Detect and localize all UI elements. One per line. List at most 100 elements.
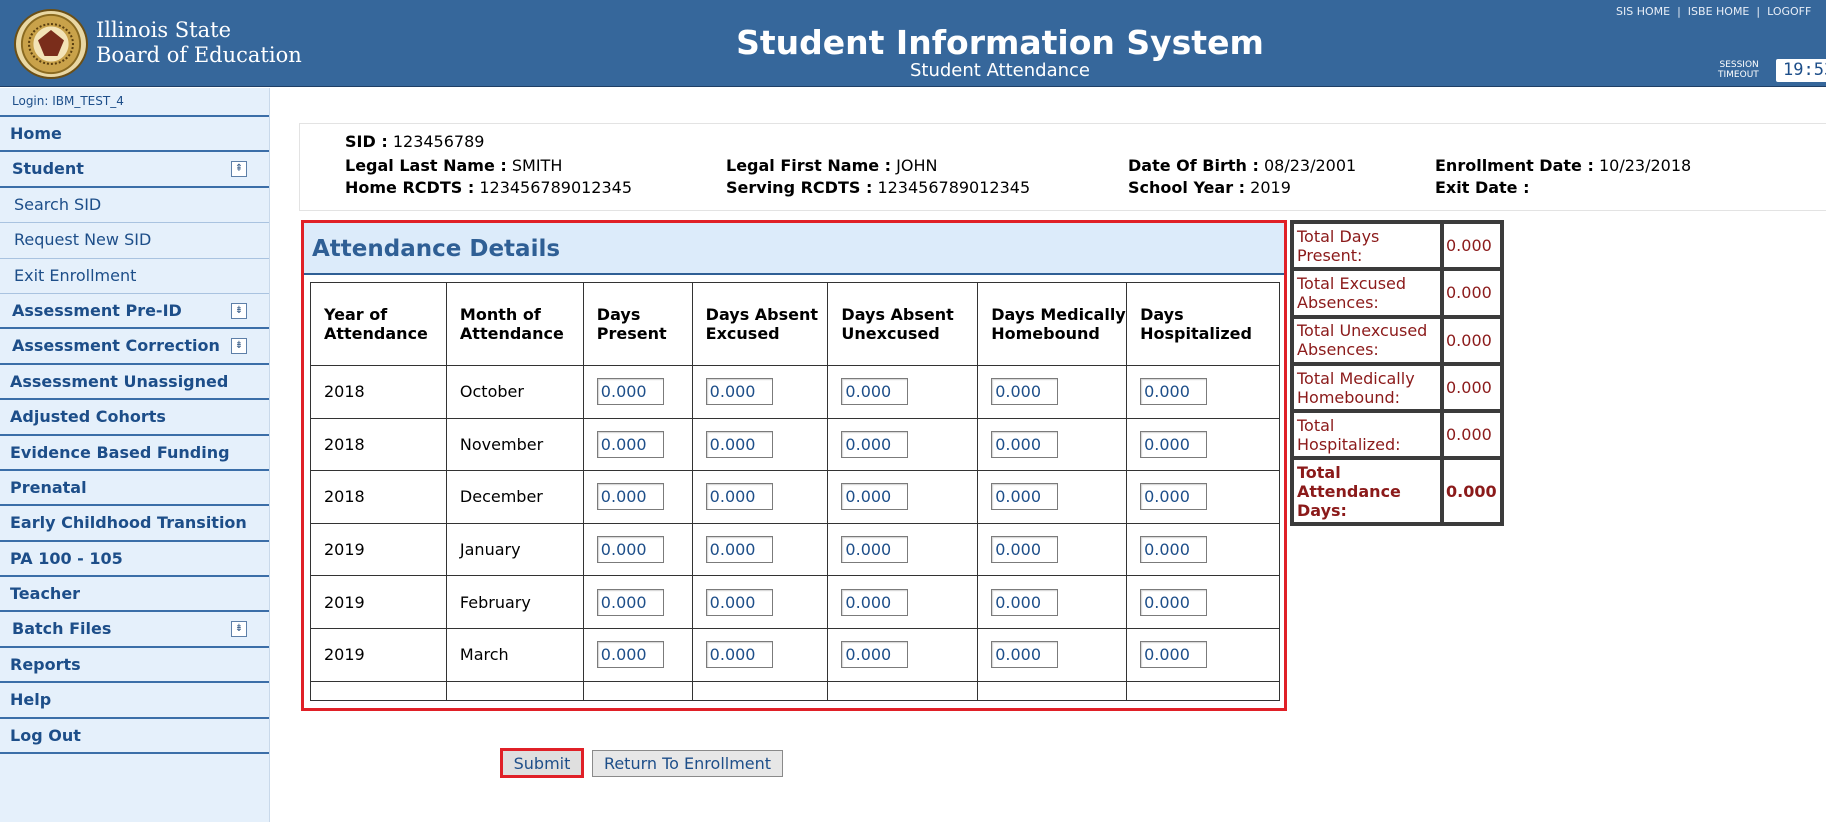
table-header-row: Year of Attendance Month of Attendance D… [310, 282, 1280, 366]
days-present-input[interactable] [596, 588, 664, 616]
logoff-link[interactable]: LOGOFF [1767, 5, 1811, 18]
table-row-empty [310, 680, 1280, 701]
total-excused-absences-value: 0.000 [1442, 269, 1502, 317]
submit-button[interactable]: Submit [500, 748, 584, 778]
days-absent-unexcused-input[interactable] [841, 430, 909, 458]
dob-field: Date Of Birth : 08/23/2001 [1128, 156, 1356, 176]
attendance-table: Year of Attendance Month of Attendance D… [310, 282, 1280, 701]
collapse-icon[interactable]: ⇞ [231, 161, 247, 178]
days-present-input[interactable] [596, 536, 664, 564]
year-cell: 2018 [310, 365, 447, 419]
totals-row: Total Excused Absences: 0.000 [1292, 269, 1502, 317]
sis-home-link[interactable]: SIS HOME [1616, 5, 1670, 18]
days-present-input[interactable] [596, 483, 664, 511]
school-year-value: 2019 [1250, 178, 1291, 197]
sidebar-item-exit-enrollment[interactable]: Exit Enrollment [0, 259, 269, 294]
days-hospitalized-input[interactable] [1140, 588, 1208, 616]
sidebar-item-student[interactable]: Student ⇞ [0, 152, 269, 188]
days-hospitalized-input[interactable] [1140, 483, 1208, 511]
top-links: SIS HOME | ISBE HOME | LOGOFF [1616, 5, 1811, 19]
last-name-value: SMITH [511, 156, 563, 175]
days-medically-homebound-input[interactable] [991, 536, 1059, 564]
dob-value: 08/23/2001 [1263, 156, 1357, 175]
isbe-home-link[interactable]: ISBE HOME [1688, 5, 1750, 18]
days-absent-unexcused-input[interactable] [841, 536, 909, 564]
sidebar-item-log-out[interactable]: Log Out [0, 719, 269, 755]
days-absent-unexcused-input[interactable] [841, 483, 909, 511]
days-absent-excused-input[interactable] [705, 641, 773, 669]
days-hospitalized-input[interactable] [1140, 378, 1208, 406]
sidebar-item-reports[interactable]: Reports [0, 648, 269, 684]
attendance-details-header: Attendance Details [304, 223, 1284, 275]
sidebar-item-help[interactable]: Help [0, 683, 269, 719]
enrollment-date-label: Enrollment Date : [1435, 156, 1594, 175]
days-absent-excused-input[interactable] [705, 430, 773, 458]
sidebar-item-prenatal[interactable]: Prenatal [0, 471, 269, 507]
sidebar-item-adjusted-cohorts[interactable]: Adjusted Cohorts [0, 400, 269, 436]
last-name-field: Legal Last Name : SMITH [345, 156, 562, 176]
days-present-input[interactable] [596, 641, 664, 669]
expand-icon[interactable]: ⇟ [231, 302, 247, 319]
app-title: Student Information System [736, 23, 1264, 62]
column-header-month: Month of Attendance [445, 282, 584, 366]
page-subtitle: Student Attendance [909, 60, 1090, 81]
total-days-present-label: Total Days Present: [1292, 222, 1442, 270]
attendance-details-title: Attendance Details [312, 236, 561, 262]
total-unexcused-absences-label: Total Unexcused Absences: [1292, 316, 1442, 364]
sidebar-item-early-childhood-transition[interactable]: Early Childhood Transition [0, 506, 269, 542]
expand-icon[interactable]: ⇟ [231, 621, 247, 638]
days-medically-homebound-input[interactable] [991, 483, 1059, 511]
month-cell: October [445, 365, 584, 419]
days-absent-unexcused-input[interactable] [841, 588, 909, 616]
login-indicator: Login: IBM_TEST_4 [0, 88, 269, 117]
sidebar-nav: Login: IBM_TEST_4 Home Student ⇞ Search … [0, 88, 270, 822]
serving-rcdts-value: 123456789012345 [877, 178, 1031, 197]
school-year-field: School Year : 2019 [1128, 178, 1291, 198]
sidebar-item-home[interactable]: Home [0, 117, 269, 153]
sidebar-item-evidence-based-funding[interactable]: Evidence Based Funding [0, 436, 269, 471]
serving-rcdts-label: Serving RCDTS : [726, 178, 873, 197]
link-separator: | [1756, 5, 1761, 18]
days-absent-excused-input[interactable] [705, 378, 773, 406]
sidebar-item-search-sid[interactable]: Search SID [0, 188, 269, 224]
column-header-days-absent-unexcused: Days Absent Unexcused [827, 282, 979, 366]
sidebar-item-request-new-sid[interactable]: Request New SID [0, 223, 269, 259]
days-absent-unexcused-input[interactable] [841, 641, 909, 669]
sidebar-item-teacher[interactable]: Teacher [0, 577, 269, 613]
days-present-input[interactable] [596, 430, 664, 458]
agency-line-1: Illinois State [96, 18, 231, 42]
month-cell: November [445, 417, 584, 472]
total-unexcused-absences-value: 0.000 [1442, 316, 1502, 364]
totals-row: Total Hospitalized: 0.000 [1292, 411, 1502, 459]
session-timeout-label: SESSION TIMEOUT [1718, 60, 1759, 80]
days-medically-homebound-input[interactable] [991, 641, 1059, 669]
enrollment-date-value: 10/23/2018 [1598, 156, 1692, 175]
table-row: 2019 February [310, 575, 1280, 629]
days-absent-excused-input[interactable] [705, 536, 773, 564]
days-hospitalized-input[interactable] [1140, 430, 1208, 458]
sidebar-item-pa-100-105[interactable]: PA 100 - 105 [0, 542, 269, 578]
sidebar-item-label: Student [12, 159, 84, 179]
days-hospitalized-input[interactable] [1140, 536, 1208, 564]
sidebar-item-assessment-correction[interactable]: Assessment Correction ⇟ [0, 329, 269, 365]
first-name-field: Legal First Name : JOHN [726, 156, 937, 176]
home-rcdts-value: 123456789012345 [479, 178, 633, 197]
agency-line-2: Board of Education [96, 43, 302, 67]
expand-icon[interactable]: ⇟ [231, 338, 247, 355]
totals-row-grand: Total Attendance Days: 0.000 [1292, 458, 1502, 525]
return-to-enrollment-button[interactable]: Return To Enrollment [592, 750, 783, 777]
days-medically-homebound-input[interactable] [991, 378, 1059, 406]
days-medically-homebound-input[interactable] [991, 588, 1059, 616]
session-label-line-1: SESSION [1719, 60, 1759, 70]
sidebar-item-batch-files[interactable]: Batch Files ⇟ [0, 612, 269, 648]
column-header-days-present: Days Present [582, 282, 693, 366]
days-present-input[interactable] [596, 378, 664, 406]
days-hospitalized-input[interactable] [1140, 641, 1208, 669]
sidebar-item-assessment-unassigned[interactable]: Assessment Unassigned [0, 365, 269, 401]
days-absent-unexcused-input[interactable] [841, 378, 909, 406]
total-attendance-days-label: Total Attendance Days: [1292, 458, 1442, 525]
days-absent-excused-input[interactable] [705, 483, 773, 511]
days-absent-excused-input[interactable] [705, 588, 773, 616]
sidebar-item-assessment-preid[interactable]: Assessment Pre-ID ⇟ [0, 294, 269, 330]
days-medically-homebound-input[interactable] [991, 430, 1059, 458]
